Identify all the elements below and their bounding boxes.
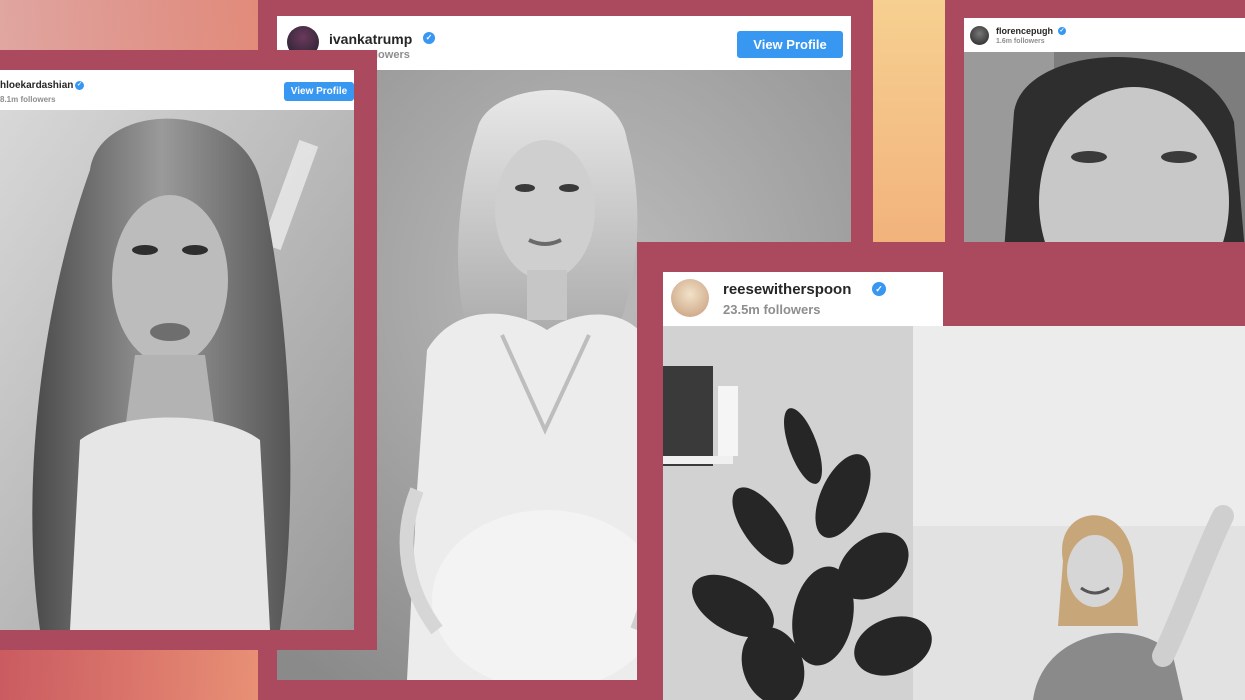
post-photo — [0, 110, 354, 630]
post-header: florencepugh ✓ 1.6m followers — [964, 18, 1245, 52]
username[interactable]: reesewitherspoon — [723, 281, 851, 298]
view-profile-button[interactable]: View Profile — [737, 31, 843, 58]
verified-check-icon: ✓ — [423, 32, 435, 44]
avatar[interactable] — [671, 279, 709, 317]
follower-count: 1.6m followers — [996, 38, 1045, 45]
background-streak — [870, 0, 945, 245]
follower-count: 8.1m followers — [0, 95, 56, 104]
background-streak — [0, 645, 260, 700]
post-header: reesewitherspoon ✓ 23.5m followers — [663, 272, 943, 326]
post-card-reese: reesewitherspoon ✓ 23.5m followers — [637, 242, 1245, 700]
avatar[interactable] — [970, 26, 989, 45]
follower-count: lowers — [375, 49, 410, 61]
follower-count: 23.5m followers — [723, 302, 821, 317]
username[interactable]: ivankatrump — [329, 31, 412, 47]
verified-check-icon: ✓ — [75, 81, 84, 90]
view-profile-button[interactable]: View Profile — [284, 82, 354, 101]
post-photo — [663, 326, 1245, 700]
post-card-khloe: hloekardashian ✓ 8.1m followers View Pro… — [0, 50, 377, 650]
verified-check-icon: ✓ — [1058, 27, 1066, 35]
post-header: hloekardashian ✓ 8.1m followers View Pro… — [0, 70, 354, 110]
username[interactable]: florencepugh — [996, 26, 1053, 36]
verified-check-icon: ✓ — [872, 282, 886, 296]
username[interactable]: hloekardashian — [0, 80, 73, 91]
